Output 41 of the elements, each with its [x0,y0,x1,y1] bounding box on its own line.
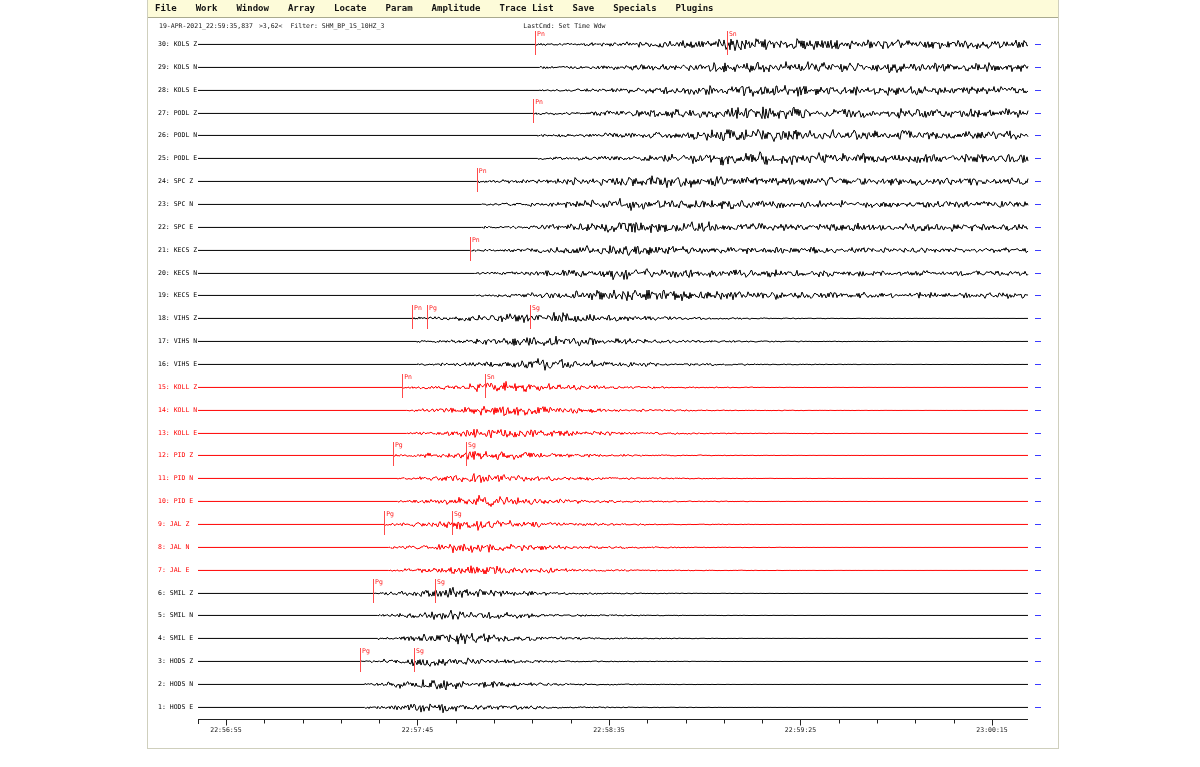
dash-icon [1035,661,1041,663]
menu-item[interactable]: Window [236,3,269,14]
dash-icon [1035,135,1041,137]
dash-icon [1035,272,1041,274]
dash-icon [1035,295,1041,297]
dash-icon [1035,478,1041,480]
menu-item[interactable]: Plugins [675,3,714,14]
dash-icon [1035,112,1041,114]
dash-icon [1035,638,1041,640]
dash-icon [1035,89,1041,91]
dash-icon [1035,386,1041,388]
menu-item[interactable]: Array [287,3,315,14]
dash-icon [1035,203,1041,205]
dash-icon [1035,569,1041,571]
menu-item[interactable]: Trace List [499,3,554,14]
menu-item[interactable]: Specials [613,3,657,14]
dash-icon [1035,432,1041,434]
menu-item[interactable]: Param [385,3,413,14]
dash-icon [1035,706,1041,708]
dash-icon [1035,43,1041,45]
dash-icon [1035,341,1041,343]
dash-icon [1035,501,1041,503]
menu-item[interactable]: File [155,3,177,14]
menu-item[interactable]: Amplitude [431,3,481,14]
dash-icon [1035,409,1041,411]
menu-item[interactable]: Locate [334,3,367,14]
dash-icon [1035,523,1041,525]
dash-icon [1035,318,1041,320]
dash-icon [1035,66,1041,68]
dash-icon [1035,363,1041,365]
dash-icon [1035,592,1041,594]
dash-icon [1035,226,1041,228]
menu-item[interactable]: Work [195,3,218,14]
dash-icon [1035,615,1041,617]
dash-icon [1035,249,1041,251]
dash-icon [1035,455,1041,457]
menu-item[interactable]: Save [572,3,595,14]
dash-icon [1035,158,1041,160]
dash-icon [1035,181,1041,183]
dash-icon [1035,546,1041,548]
dash-icon [1035,684,1041,685]
